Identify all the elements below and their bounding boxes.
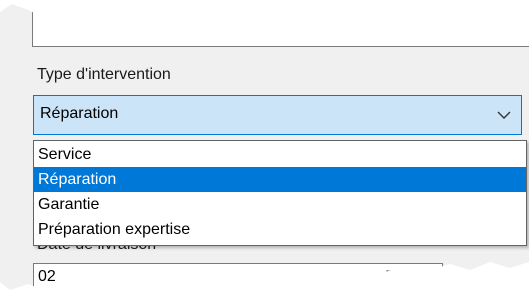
option-service[interactable]: Service [34, 142, 526, 167]
option-garantie[interactable]: Garantie [34, 192, 526, 217]
intervention-type-combobox[interactable]: Réparation [33, 95, 522, 135]
form-panel: Type d'intervention Réparation Date de l… [0, 4, 529, 292]
previous-field-box[interactable] [32, 4, 529, 47]
option-reparation[interactable]: Réparation [34, 167, 526, 192]
delivery-date-field[interactable]: 02 [33, 263, 443, 292]
intervention-type-dropdown-list: Service Réparation Garantie Préparation … [33, 140, 527, 246]
delivery-date-value: 02 [38, 268, 56, 285]
screenshot-canvas: Type d'intervention Réparation Date de l… [0, 0, 529, 298]
intervention-type-label: Type d'intervention [37, 66, 171, 83]
chevron-down-icon[interactable] [495, 106, 513, 124]
combo-selected-value: Réparation [40, 105, 119, 122]
calendar-icon[interactable] [386, 269, 404, 285]
option-preparation-expertise[interactable]: Préparation expertise [34, 217, 526, 242]
